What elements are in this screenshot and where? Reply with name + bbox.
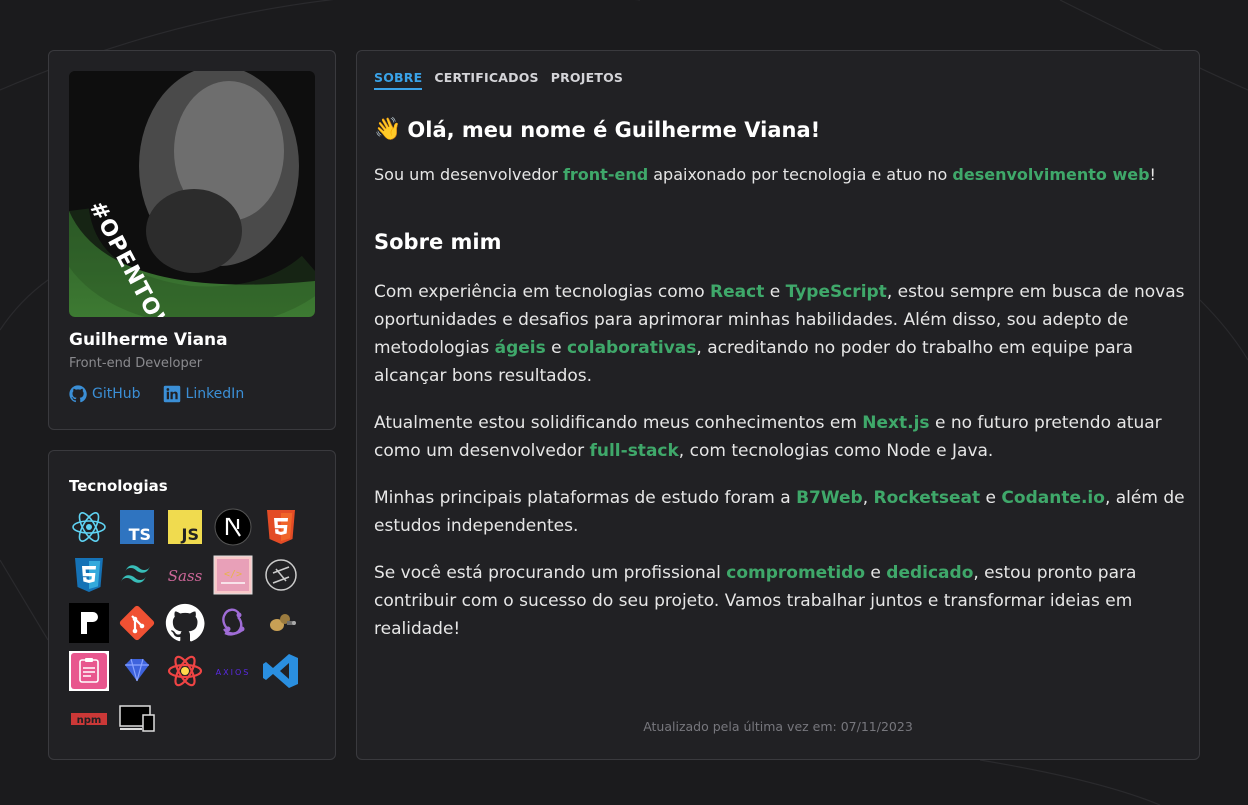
npm-icon[interactable]: npm: [69, 699, 109, 739]
technologies-card: Tecnologias TS JS Sass </> AXIOS npm: [48, 450, 336, 760]
about-me-heading: Sobre mim: [374, 230, 502, 254]
sanity-icon[interactable]: [117, 651, 157, 691]
last-updated-text: Atualizado pela última vez em: 07/11/202…: [643, 719, 913, 734]
main-content-card: SOBRE CERTIFICADOS PROJETOS 👋 Olá, meu n…: [356, 50, 1200, 760]
svg-text:JS: JS: [181, 525, 199, 544]
clipboard-icon[interactable]: [69, 651, 109, 691]
axios-icon[interactable]: AXIOS: [213, 651, 253, 691]
radix-icon[interactable]: [69, 603, 109, 643]
javascript-icon[interactable]: JS: [165, 507, 205, 547]
about-paragraph-3: Minhas principais plataformas de estudo …: [374, 488, 1185, 536]
vscode-icon[interactable]: [261, 651, 301, 691]
profile-role: Front-end Developer: [69, 356, 203, 371]
linkedin-link[interactable]: LinkedIn: [163, 385, 245, 403]
svg-text:Sass: Sass: [168, 567, 203, 585]
about-paragraph-2: Atualmente estou solidificando meus conh…: [374, 413, 1162, 461]
vercel-icon[interactable]: [117, 699, 157, 739]
about-paragraph-4: Se você está procurando um profissional …: [374, 563, 1137, 639]
greeting-text: Olá, meu nome é Guilherme Viana!: [407, 117, 821, 142]
typescript-icon[interactable]: TS: [117, 507, 157, 547]
intro-text: Sou um desenvolvedor front-end apaixonad…: [374, 165, 1156, 184]
technologies-grid: TS JS Sass </> AXIOS npm: [69, 507, 301, 739]
css3-icon[interactable]: [69, 555, 109, 595]
svg-text:</>: </>: [224, 569, 242, 580]
about-paragraph-1: Com experiência em tecnologias como Reac…: [374, 282, 1185, 386]
highlight-web-dev: desenvolvimento web: [952, 165, 1150, 184]
tailwind-icon[interactable]: [117, 555, 157, 595]
linkedin-link-label: LinkedIn: [185, 386, 245, 402]
profile-photo: #OPENTOWORK: [69, 71, 315, 317]
html5-icon[interactable]: [261, 507, 301, 547]
styled-components-icon[interactable]: </>: [213, 555, 253, 595]
about-section: 👋 Olá, meu nome é Guilherme Viana! Sou u…: [374, 117, 1189, 643]
github-icon: [69, 385, 87, 403]
git-icon[interactable]: [117, 603, 157, 643]
github-link[interactable]: GitHub: [69, 385, 141, 403]
linkedin-icon: [163, 385, 180, 403]
tab-certificados[interactable]: CERTIFICADOS: [434, 70, 538, 90]
svg-text:AXIOS: AXIOS: [216, 668, 251, 677]
highlight-front-end: front-end: [562, 165, 649, 184]
waving-hand-icon: 👋: [374, 117, 402, 142]
github-icon[interactable]: [165, 603, 205, 643]
technologies-title: Tecnologias: [69, 477, 168, 495]
tab-bar: SOBRE CERTIFICADOS PROJETOS: [374, 70, 623, 90]
profile-card: #OPENTOWORK Guilherme Viana Front-end De…: [48, 50, 336, 430]
github-link-label: GitHub: [92, 386, 141, 402]
tab-sobre[interactable]: SOBRE: [374, 70, 423, 90]
profile-name: Guilherme Viana: [69, 330, 228, 350]
svg-text:npm: npm: [77, 715, 102, 726]
sass-icon[interactable]: Sass: [165, 555, 205, 595]
react-icon[interactable]: [69, 507, 109, 547]
nextjs-icon[interactable]: [213, 507, 253, 547]
jest-icon[interactable]: [261, 603, 301, 643]
stitches-icon[interactable]: [261, 555, 301, 595]
react-query-icon[interactable]: [165, 651, 205, 691]
redux-icon[interactable]: [213, 603, 253, 643]
greeting-heading: 👋 Olá, meu nome é Guilherme Viana!: [374, 117, 1189, 142]
tab-projetos[interactable]: PROJETOS: [551, 70, 623, 90]
svg-text:TS: TS: [129, 525, 151, 544]
